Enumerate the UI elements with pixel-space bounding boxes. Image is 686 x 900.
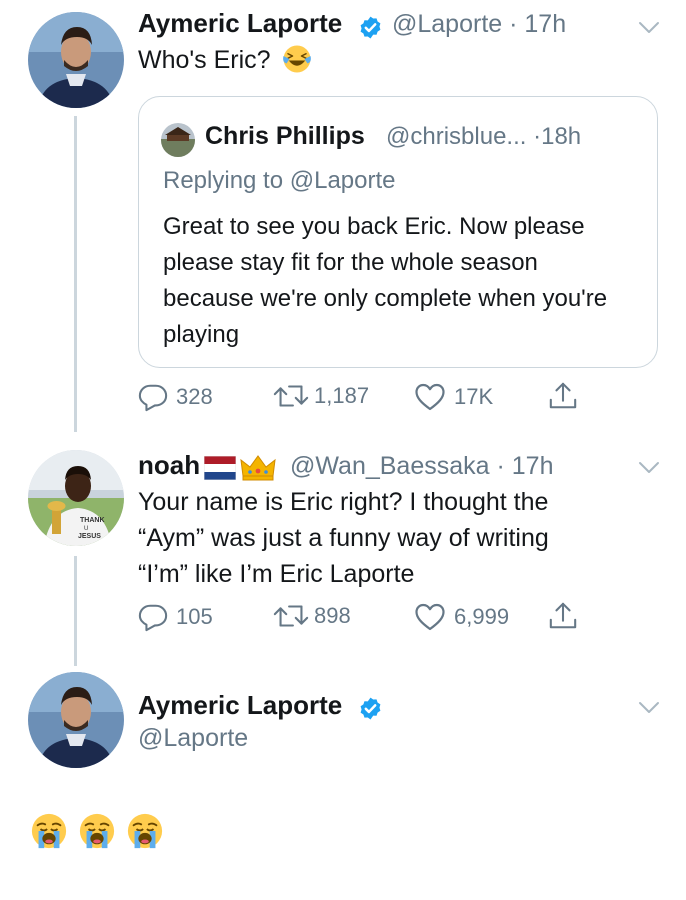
- retweet-button[interactable]: 1,187: [272, 382, 369, 410]
- chevron-down-icon[interactable]: [636, 458, 662, 476]
- retweet-count: 1,187: [314, 383, 370, 408]
- reply-button[interactable]: 105: [138, 602, 213, 632]
- reply-count: 105: [176, 604, 213, 629]
- avatar[interactable]: [28, 672, 124, 768]
- retweet-icon: [272, 602, 310, 630]
- author-name[interactable]: noah: [138, 450, 200, 481]
- separator-dot: ·: [489, 452, 512, 480]
- chevron-down-icon[interactable]: [636, 698, 662, 716]
- reply-icon: [138, 382, 168, 412]
- verified-badge-icon: [358, 696, 383, 721]
- quoted-avatar: [161, 123, 195, 157]
- avatar-shirt-text-1: THANK: [80, 517, 105, 524]
- quoted-author-handle: @chrisblue... ·18h: [386, 123, 581, 151]
- reply-button[interactable]: 328: [138, 382, 213, 412]
- like-icon: [414, 382, 446, 412]
- avatar-shirt-text-3: JESUS: [78, 533, 101, 540]
- avatar-shirt-text-2: U: [84, 526, 88, 532]
- author-handle[interactable]: @Wan_Baessaka · 17h: [290, 452, 554, 481]
- timestamp[interactable]: 17h: [524, 10, 566, 38]
- author-handle[interactable]: @Laporte: [138, 724, 248, 753]
- thread-line: [74, 556, 77, 666]
- quoted-timestamp: 18h: [541, 123, 582, 150]
- tweet-text: Who's Eric?: [138, 42, 312, 78]
- chevron-down-icon[interactable]: [636, 18, 662, 36]
- tweet-text-line: Your name is Eric right? I thought the: [138, 488, 549, 516]
- reply-context: Replying to @Laporte: [163, 167, 396, 194]
- tweet-text-line: “I’m” like I’m Eric Laporte: [138, 560, 415, 588]
- timestamp[interactable]: 17h: [512, 452, 554, 480]
- handle-text: @Wan_Baessaka: [290, 452, 490, 480]
- tweet-text: Your name is Eric right? I thought the “…: [138, 484, 658, 592]
- retweet-count: 898: [314, 603, 351, 628]
- quoted-handle-text: @chrisblue...: [386, 123, 527, 150]
- quoted-text: Great to see you back Eric. Now please p…: [163, 213, 608, 348]
- retweet-button[interactable]: 898: [272, 602, 351, 630]
- share-icon[interactable]: [548, 381, 578, 411]
- author-handle[interactable]: @Laporte · 17h: [392, 10, 566, 39]
- like-icon: [414, 602, 446, 632]
- crown-icon: [240, 455, 276, 481]
- like-button[interactable]: 6,999: [414, 602, 509, 632]
- handle-text: @Laporte: [392, 10, 503, 38]
- author-name[interactable]: Aymeric Laporte: [138, 8, 342, 39]
- quoted-author-name: Chris Phillips: [205, 122, 365, 150]
- reply-count: 328: [176, 384, 213, 409]
- author-name[interactable]: Aymeric Laporte: [138, 690, 342, 721]
- retweet-icon: [272, 382, 310, 410]
- avatar[interactable]: THANK U JESUS: [28, 450, 124, 546]
- loudly-crying-emoji-icon: [126, 812, 164, 850]
- like-count: 6,999: [454, 604, 510, 629]
- separator-dot: ·: [526, 123, 542, 150]
- quoted-tweet[interactable]: Chris Phillips @chrisblue... ·18h Replyi…: [138, 96, 658, 368]
- loudly-crying-emoji-icon: [30, 812, 68, 850]
- netherlands-flag-icon: [204, 456, 236, 480]
- share-icon[interactable]: [548, 601, 578, 631]
- tweet-text: [30, 812, 164, 850]
- loudly-crying-emoji-icon: [78, 812, 116, 850]
- thread-line: [74, 116, 77, 432]
- like-button[interactable]: 17K: [414, 382, 493, 412]
- verified-badge-icon: [358, 15, 383, 40]
- tweet-text-content: Who's Eric?: [138, 46, 271, 74]
- like-count: 17K: [454, 384, 494, 409]
- laughing-crying-emoji-icon: [282, 45, 311, 73]
- separator-dot: ·: [502, 10, 525, 38]
- tweet-text-line: “Aym” was just a funny way of writing: [138, 524, 549, 552]
- avatar[interactable]: [28, 12, 124, 108]
- reply-icon: [138, 602, 168, 632]
